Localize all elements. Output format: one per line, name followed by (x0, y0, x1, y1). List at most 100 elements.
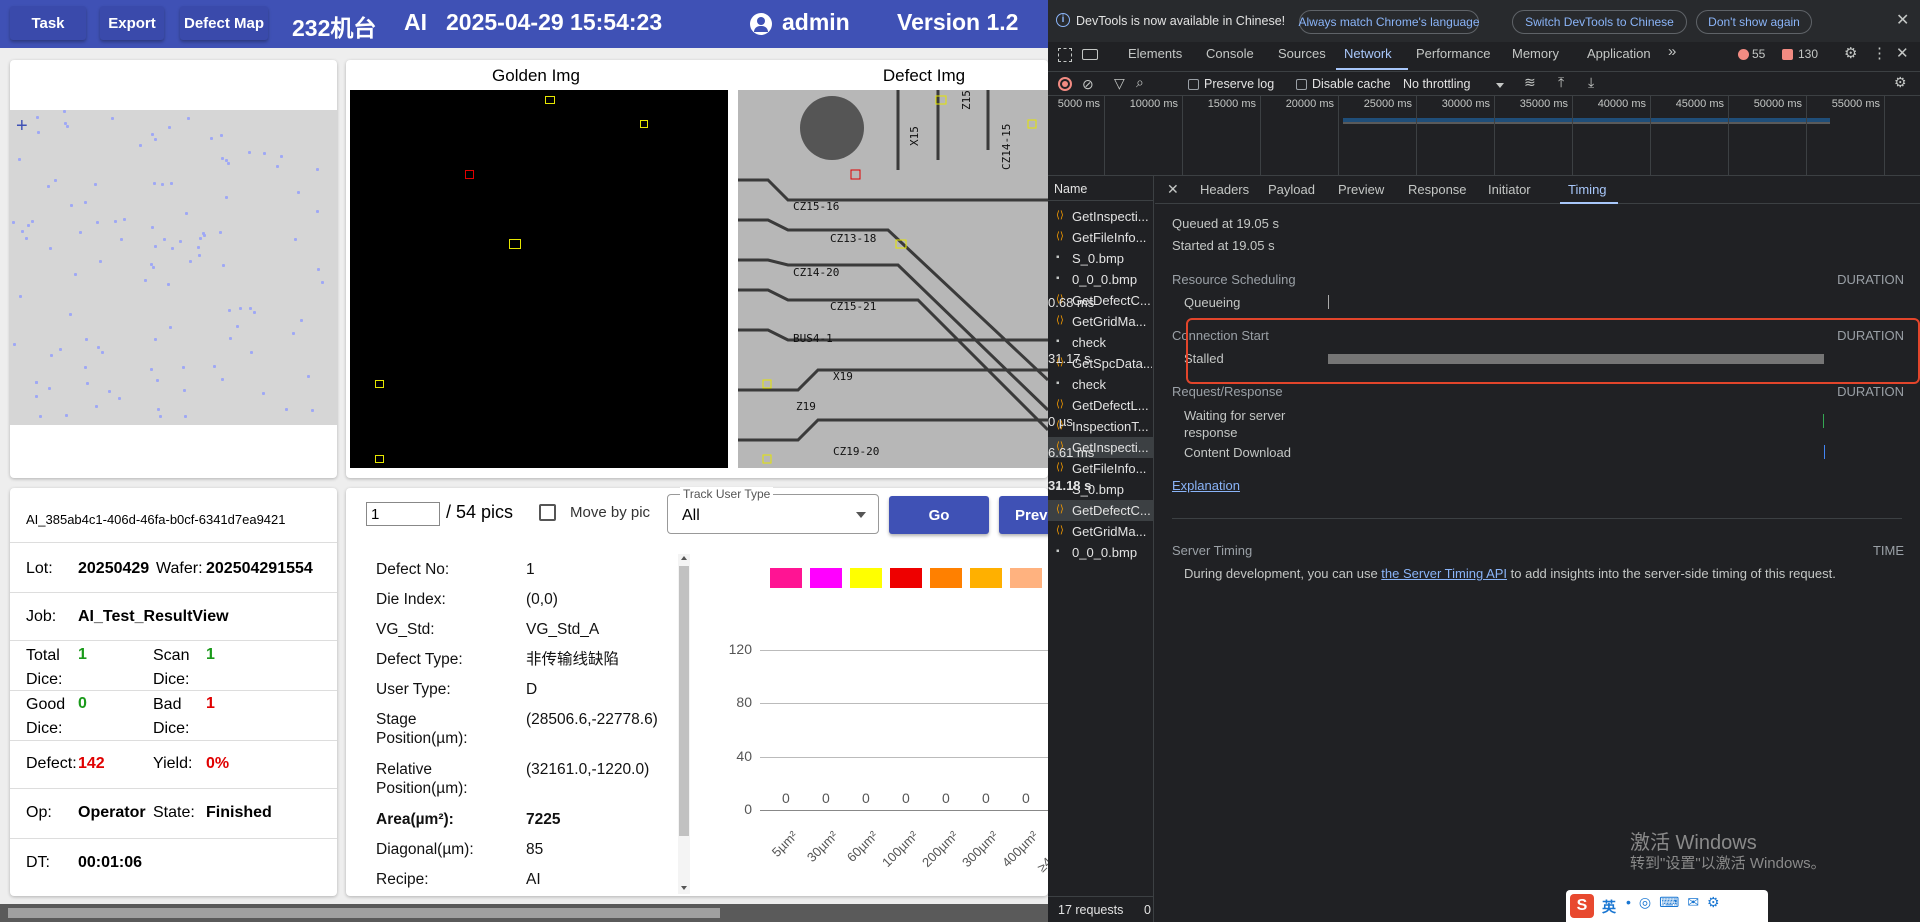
close-detail-icon[interactable]: ✕ (1167, 181, 1179, 198)
legend-swatch[interactable] (810, 568, 842, 588)
timeline-label: 15000 ms (1207, 98, 1256, 110)
defect-dot (317, 268, 321, 272)
golden-image[interactable] (350, 90, 728, 468)
task-button[interactable]: Task (10, 6, 86, 40)
tab-performance[interactable]: Performance (1416, 46, 1490, 61)
sogou-icon[interactable]: S (1570, 894, 1594, 918)
warning-icon (1782, 49, 1793, 60)
mode-label: AI (404, 9, 427, 35)
request-row[interactable]: ▪ 0_0_0.bmp (1048, 542, 1154, 563)
dont-show-button[interactable]: Don't show again (1696, 10, 1812, 34)
defect-map-button[interactable]: Defect Map (180, 6, 268, 40)
tab-memory[interactable]: Memory (1512, 46, 1559, 61)
detail-tab-payload[interactable]: Payload (1268, 182, 1315, 197)
good-dice-label: Good Dice: (26, 696, 66, 737)
detail-tab-response[interactable]: Response (1408, 182, 1467, 197)
switch-language-button[interactable]: Switch DevTools to Chinese (1512, 10, 1687, 34)
scroll-down-icon[interactable] (681, 886, 687, 890)
defect-dot (221, 263, 225, 267)
detail-value: 非传输线缺陷 (526, 651, 620, 668)
track-user-type-select[interactable]: Track User Type All (667, 487, 879, 534)
filter-icon[interactable]: ▽ (1114, 75, 1125, 92)
defect-dot (229, 337, 233, 341)
kebab-menu-icon[interactable]: ⋮ (1872, 44, 1887, 62)
tab-elements[interactable]: Elements (1128, 46, 1182, 61)
scroll-up-icon[interactable] (681, 556, 687, 560)
request-row[interactable]: ▪ 0_0_0.bmp (1048, 269, 1154, 290)
detail-tab-timing[interactable]: Timing (1568, 182, 1607, 197)
request-row[interactable]: ⟨⟩ GetDefectC... (1048, 500, 1154, 521)
error-count[interactable]: 55 (1752, 47, 1765, 61)
throttling-select[interactable]: No throttling (1403, 77, 1470, 91)
legend-swatch[interactable] (1010, 568, 1042, 588)
defect-dot (218, 230, 222, 234)
ime-toolbar[interactable]: S 英 •◎⌨✉⚙ (1566, 890, 1768, 922)
detail-tab-initiator[interactable]: Initiator (1488, 182, 1531, 197)
settings-gear-icon[interactable]: ⚙ (1844, 44, 1857, 62)
network-settings-icon[interactable]: ⚙ (1894, 74, 1907, 91)
search-icon[interactable]: ⌕ (1136, 74, 1144, 91)
request-row[interactable]: ⟨⟩ GetGridMa... (1048, 521, 1154, 542)
device-toolbar-icon[interactable] (1082, 49, 1098, 60)
defect-dot (213, 365, 217, 369)
detail-tab-preview[interactable]: Preview (1338, 182, 1384, 197)
legend-swatch[interactable] (930, 568, 962, 588)
ime-language[interactable]: 英 (1602, 897, 1616, 917)
detail-tab-headers[interactable]: Headers (1200, 182, 1249, 197)
record-icon[interactable] (1058, 77, 1072, 91)
wafer-map[interactable] (10, 110, 337, 425)
legend-swatch[interactable] (970, 568, 1002, 588)
request-name: GetDefectC... (1072, 503, 1151, 518)
import-har-icon[interactable]: ⤒ (1558, 74, 1564, 91)
request-row[interactable]: ⟨⟩ GetGridMa... (1048, 311, 1154, 332)
disable-cache-checkbox[interactable] (1296, 79, 1307, 90)
request-row[interactable]: ▪ S_0.bmp (1048, 248, 1154, 269)
defect-dot (262, 152, 266, 156)
network-conditions-icon[interactable]: ≋ (1524, 74, 1536, 91)
horizontal-scrollbar[interactable] (0, 904, 1048, 922)
ime-tool-icons[interactable]: •◎⌨✉⚙ (1626, 894, 1728, 911)
export-button[interactable]: Export (100, 6, 164, 40)
tab-sources[interactable]: Sources (1278, 46, 1326, 61)
export-har-icon[interactable]: ⤓ (1588, 74, 1594, 91)
request-row[interactable]: ▪ check (1048, 374, 1154, 395)
defect-image[interactable]: CZ15-16 CZ13-18 CZ14-20 CZ15-21 BUS4-1 X… (738, 90, 1048, 468)
grid-line (760, 810, 1048, 811)
defect-dot (59, 348, 63, 352)
tab-network[interactable]: Network (1344, 46, 1392, 61)
warning-count[interactable]: 130 (1798, 47, 1818, 61)
request-row[interactable]: ⟨⟩ GetFileInfo... (1048, 227, 1154, 248)
total-dice-value: 1 (78, 646, 87, 663)
preserve-log-checkbox[interactable] (1188, 79, 1199, 90)
y-tick-label: 80 (736, 694, 752, 711)
tab-console[interactable]: Console (1206, 46, 1254, 61)
match-language-button[interactable]: Always match Chrome's language (1298, 10, 1480, 34)
file-icon: ▪ (1056, 273, 1060, 284)
server-timing-api-link[interactable]: the Server Timing API (1381, 566, 1507, 581)
page-input[interactable] (366, 502, 440, 526)
defect-dot (69, 203, 73, 207)
request-row[interactable]: ▪ check (1048, 332, 1154, 353)
prev-button[interactable]: Prev (999, 496, 1048, 534)
inspect-icon[interactable] (1058, 48, 1072, 62)
detail-scrollbar[interactable] (678, 554, 690, 894)
move-by-pic-checkbox[interactable] (539, 504, 556, 521)
legend-swatch[interactable] (890, 568, 922, 588)
request-row[interactable]: ⟨⟩ GetDefectL... (1048, 395, 1154, 416)
defect-dot (84, 337, 88, 341)
legend-swatch[interactable] (850, 568, 882, 588)
request-row[interactable]: ⟨⟩ GetInspecti... (1048, 206, 1154, 227)
close-devtools-icon[interactable]: ✕ (1896, 44, 1909, 62)
go-button[interactable]: Go (889, 496, 989, 534)
name-column-header[interactable]: Name (1054, 182, 1087, 196)
clear-icon[interactable]: ⊘ (1082, 76, 1094, 93)
defect-dot (159, 415, 163, 419)
bad-dice-label: Bad Dice: (153, 696, 190, 737)
more-tabs-icon[interactable]: » (1668, 43, 1676, 60)
close-banner-icon[interactable]: ✕ (1896, 10, 1909, 30)
defect-dot (198, 236, 202, 240)
timeline-gridline (1494, 96, 1495, 176)
tab-application[interactable]: Application (1587, 46, 1651, 61)
legend-swatch[interactable] (770, 568, 802, 588)
request-row[interactable]: ⟨⟩ GetFileInfo... (1048, 458, 1154, 479)
